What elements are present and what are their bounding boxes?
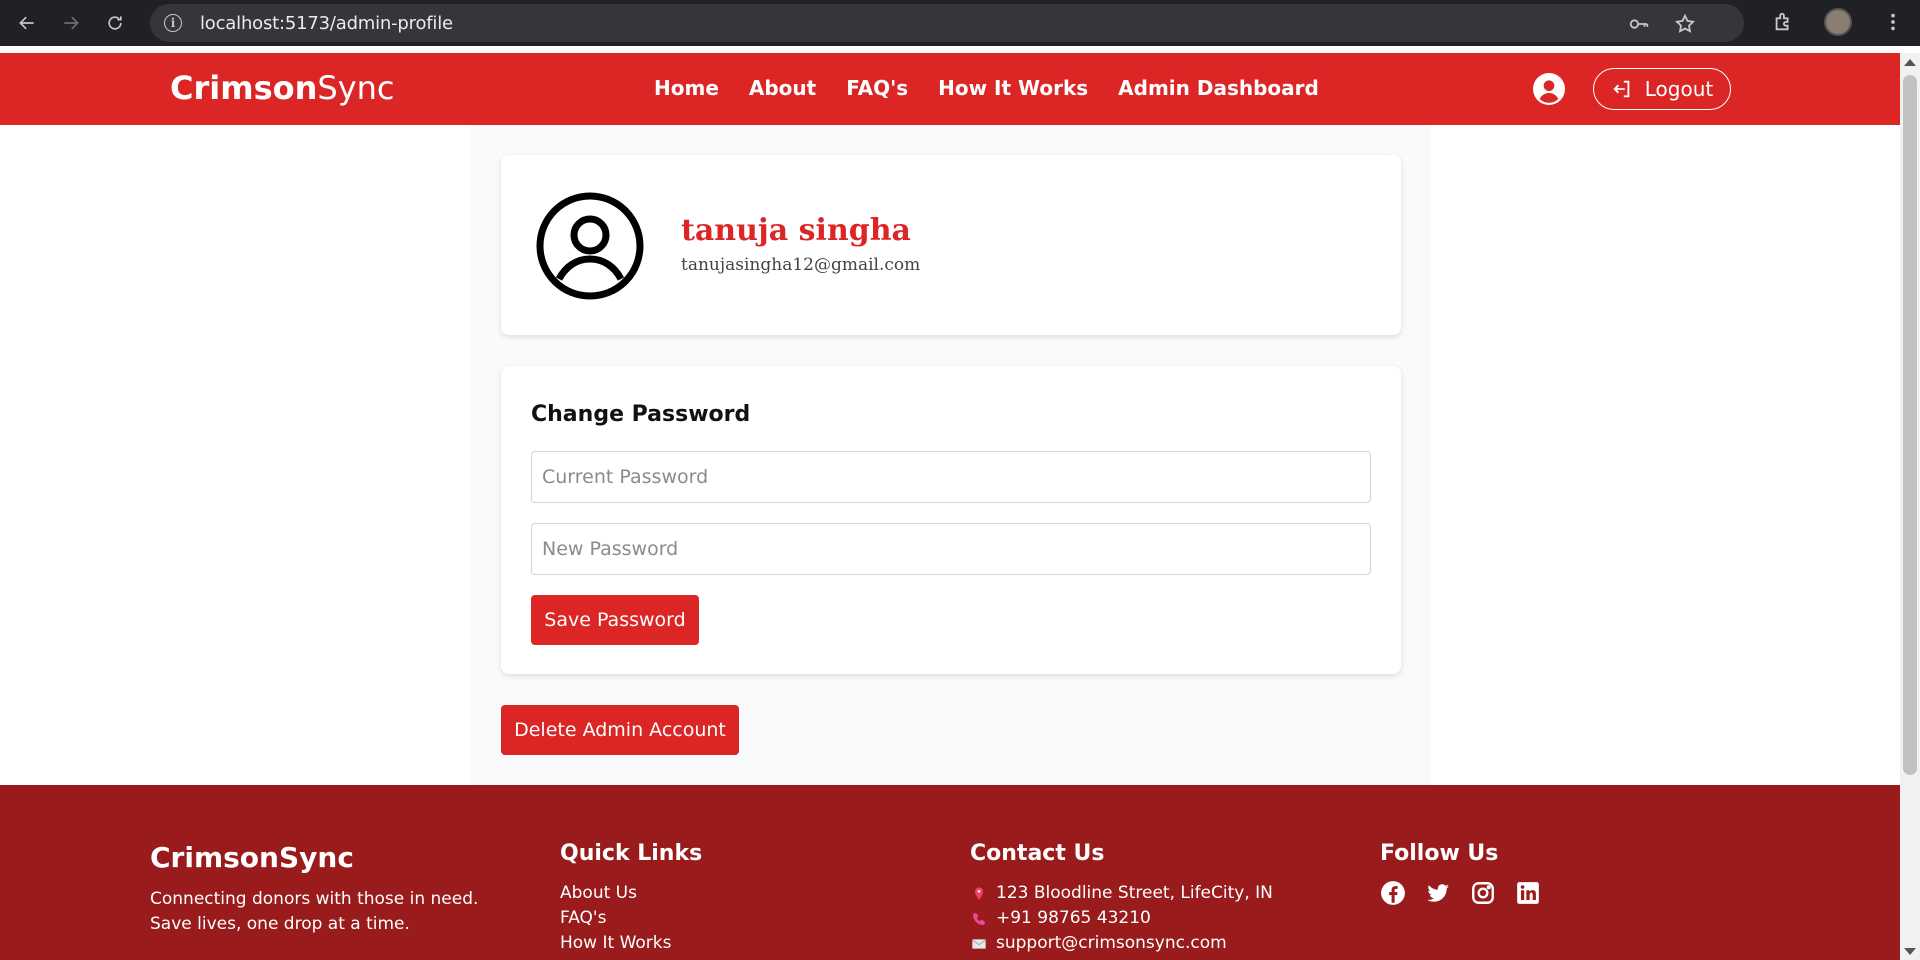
footer: CrimsonSync Connecting donors with those… — [0, 785, 1900, 960]
contact-list: 123 Bloodline Street, LifeCity, IN +91 9… — [970, 881, 1273, 956]
brand-bold: Crimson — [170, 69, 318, 107]
footer-brand: CrimsonSync — [150, 841, 354, 874]
profile-email: tanujasingha12@gmail.com — [681, 255, 921, 275]
quick-links-list: About Us FAQ's How It Works — [560, 881, 671, 956]
change-password-card: Change Password Save Password — [501, 366, 1401, 674]
logout-icon — [1613, 80, 1630, 98]
instagram-icon[interactable] — [1470, 880, 1496, 906]
profile-name: tanuja singha — [681, 213, 911, 248]
footer-tagline: Connecting donors with those in need. Sa… — [150, 889, 479, 934]
social-links — [1380, 880, 1541, 906]
top-nav: Home About FAQ's How It Works Admin Dash… — [654, 76, 1319, 100]
contact-email: support@crimsonsync.com — [970, 931, 1273, 956]
forward-icon[interactable] — [54, 6, 88, 40]
linkedin-icon[interactable] — [1515, 880, 1541, 906]
contact-phone: +91 98765 43210 — [970, 906, 1273, 931]
scroll-up-icon[interactable] — [1904, 59, 1916, 66]
site-info-icon[interactable]: i — [164, 14, 182, 32]
contact-email-text: support@crimsonsync.com — [996, 933, 1227, 953]
app-header: CrimsonSync Home About FAQ's How It Work… — [0, 53, 1900, 125]
facebook-icon[interactable] — [1380, 880, 1406, 906]
reload-icon[interactable] — [98, 6, 132, 40]
brand-light: Sync — [317, 69, 395, 107]
brand-logo[interactable]: CrimsonSync — [170, 69, 395, 107]
address-bar[interactable]: i localhost:5173/admin-profile — [150, 4, 1744, 42]
scroll-down-icon[interactable] — [1904, 948, 1916, 955]
phone-icon — [970, 910, 988, 928]
pin-icon — [970, 885, 988, 903]
logout-button[interactable]: Logout — [1593, 68, 1731, 110]
profile-avatar-icon[interactable] — [1824, 8, 1852, 36]
contact-address-text: 123 Bloodline Street, LifeCity, IN — [996, 883, 1273, 903]
profile-card: tanuja singha tanujasingha12@gmail.com — [501, 155, 1401, 335]
nav-admin-dashboard[interactable]: Admin Dashboard — [1118, 76, 1319, 100]
follow-title: Follow Us — [1380, 841, 1499, 866]
browser-toolbar: i localhost:5173/admin-profile — [0, 0, 1920, 46]
logout-label: Logout — [1644, 77, 1714, 101]
back-icon[interactable] — [10, 6, 44, 40]
current-password-input[interactable] — [531, 451, 1371, 503]
user-avatar-icon — [536, 192, 644, 300]
delete-account-button[interactable]: Delete Admin Account — [501, 705, 739, 755]
change-password-title: Change Password — [531, 402, 751, 427]
nav-faqs[interactable]: FAQ's — [846, 76, 908, 100]
nav-about[interactable]: About — [749, 76, 816, 100]
extensions-icon[interactable] — [1772, 11, 1794, 33]
key-icon[interactable] — [1628, 13, 1650, 35]
footer-link-how-it-works[interactable]: How It Works — [560, 931, 671, 956]
contact-title: Contact Us — [970, 841, 1105, 866]
envelope-icon — [970, 935, 988, 953]
nav-how-it-works[interactable]: How It Works — [938, 76, 1088, 100]
quick-links-title: Quick Links — [560, 841, 703, 866]
footer-link-about[interactable]: About Us — [560, 881, 671, 906]
contact-phone-text: +91 98765 43210 — [996, 908, 1151, 928]
twitter-icon[interactable] — [1425, 880, 1451, 906]
scrollbar-thumb[interactable] — [1903, 75, 1917, 775]
contact-address: 123 Bloodline Street, LifeCity, IN — [970, 881, 1273, 906]
menu-dots-icon[interactable] — [1882, 11, 1904, 33]
footer-link-faqs[interactable]: FAQ's — [560, 906, 671, 931]
url-text[interactable]: localhost:5173/admin-profile — [200, 13, 453, 34]
save-password-button[interactable]: Save Password — [531, 595, 699, 645]
user-circle-icon[interactable] — [1533, 73, 1565, 105]
star-icon[interactable] — [1674, 13, 1696, 35]
nav-home[interactable]: Home — [654, 76, 719, 100]
new-password-input[interactable] — [531, 523, 1371, 575]
